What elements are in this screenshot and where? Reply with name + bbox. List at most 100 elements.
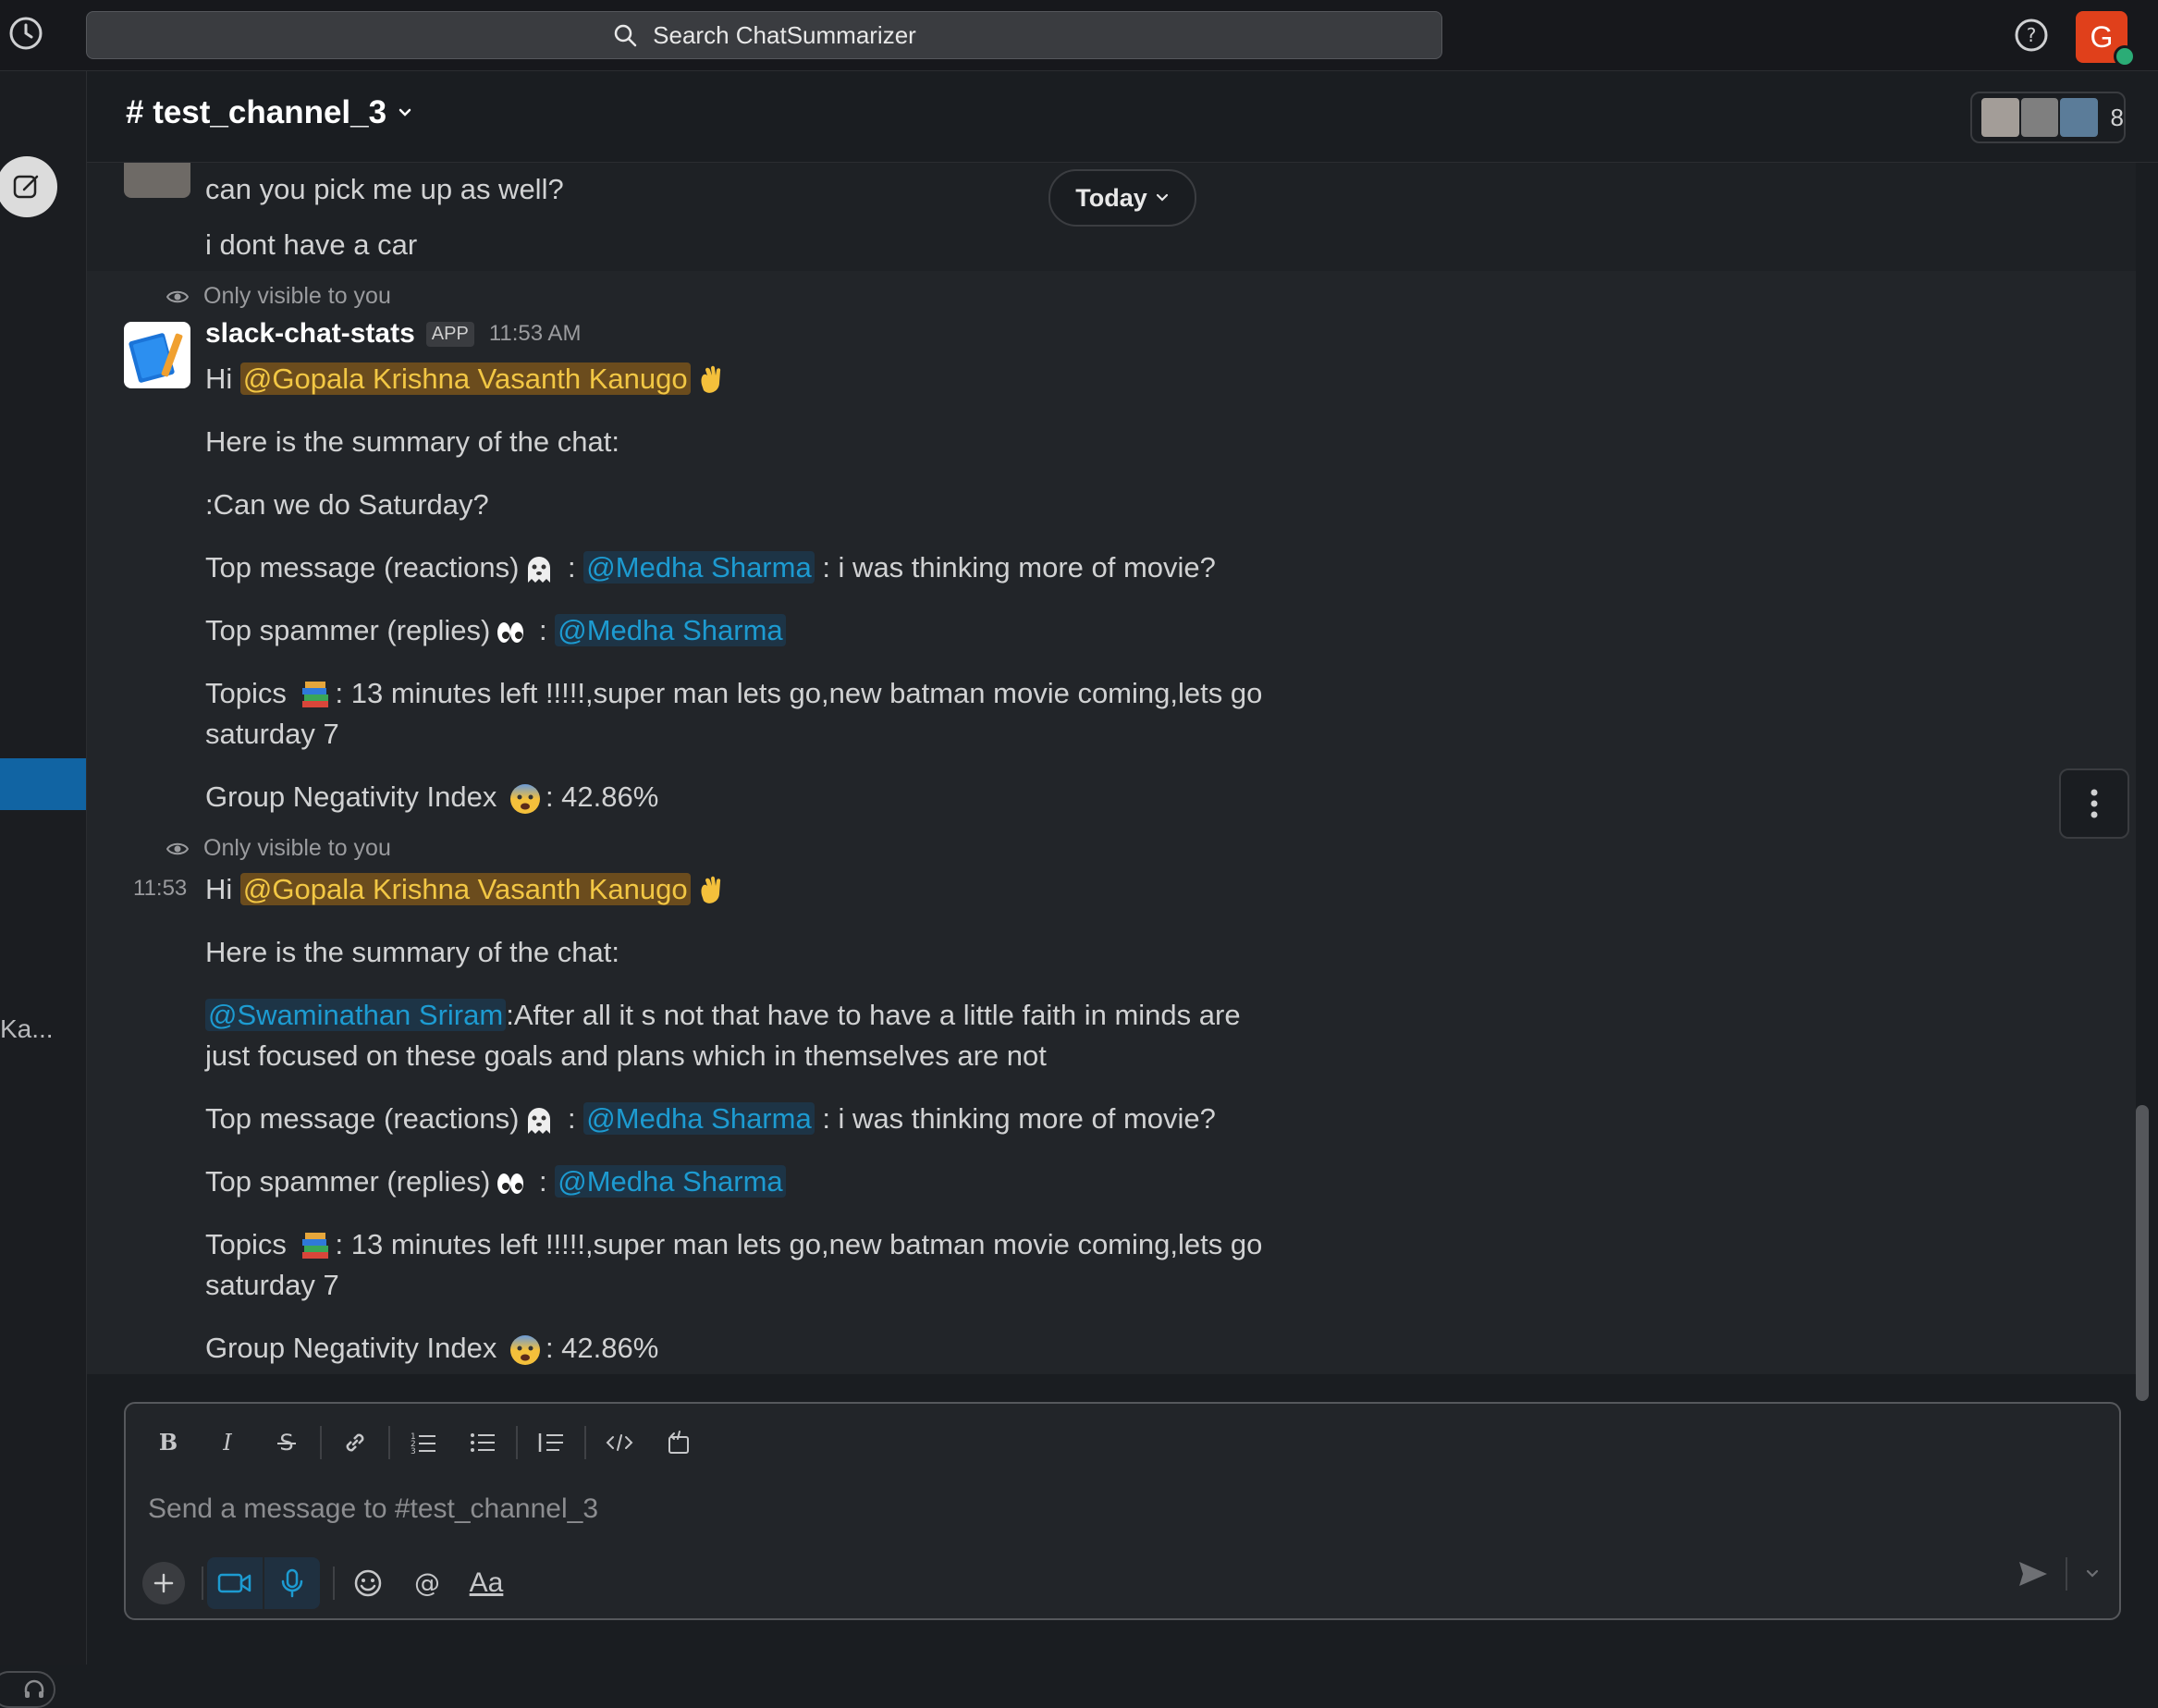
negativity-line: Group Negativity Index : 42.86% bbox=[205, 1328, 658, 1369]
plus-icon[interactable] bbox=[142, 1562, 185, 1604]
top-spammer-line: Top spammer (replies) : @Medha Sharma bbox=[205, 1161, 786, 1202]
message-text: i dont have a car bbox=[205, 228, 418, 261]
user-mention[interactable]: @Medha Sharma bbox=[583, 551, 815, 584]
ghost-icon bbox=[522, 1104, 556, 1137]
message-header: slack-chat-stats APP 11:53 AM bbox=[205, 318, 581, 350]
top-bar: Search ChatSummarizer ? G bbox=[0, 0, 2158, 71]
fearful-face-icon bbox=[509, 1333, 542, 1367]
message-timestamp[interactable]: 11:53 AM bbox=[489, 321, 582, 347]
format-toolbar: B I S 123 bbox=[139, 1417, 708, 1468]
scrollbar[interactable] bbox=[2136, 1105, 2149, 1401]
eyes-icon bbox=[494, 1167, 527, 1200]
toolbar-divider bbox=[584, 1426, 586, 1459]
member-avatar bbox=[2058, 96, 2100, 139]
top-message-line: Top message (reactions) : @Medha Sharma … bbox=[205, 547, 1216, 588]
message-text: can you pick me up as well? bbox=[205, 173, 564, 205]
member-avatar bbox=[1980, 96, 2021, 139]
user-mention[interactable]: @Medha Sharma bbox=[555, 614, 786, 646]
eye-icon bbox=[166, 840, 189, 858]
send-divider bbox=[2066, 1557, 2067, 1591]
toolbar-divider bbox=[388, 1426, 390, 1459]
chevron-down-icon bbox=[396, 104, 414, 122]
search-label: Search ChatSummarizer bbox=[653, 20, 916, 49]
svg-text:I: I bbox=[222, 1431, 232, 1455]
search-bar[interactable]: Search ChatSummarizer bbox=[86, 11, 1442, 59]
members-count: 8 bbox=[2110, 103, 2125, 131]
eye-icon bbox=[166, 288, 189, 306]
summary-intro: Here is the summary of the chat: bbox=[205, 936, 619, 968]
compose-icon[interactable] bbox=[0, 156, 57, 217]
user-mention[interactable]: @Medha Sharma bbox=[555, 1165, 786, 1198]
headphones-icon[interactable] bbox=[0, 1671, 55, 1708]
message-composer: B I S 123 Send a message to #test_channe… bbox=[124, 1402, 2121, 1620]
message-list: can you pick me up as well? i dont have … bbox=[87, 163, 2136, 1374]
sender-name[interactable]: slack-chat-stats bbox=[205, 318, 415, 350]
code-icon[interactable] bbox=[590, 1417, 649, 1468]
self-mention[interactable]: @Gopala Krishna Vasanth Kanugo bbox=[239, 873, 691, 905]
top-spammer-line: Top spammer (replies) : @Medha Sharma bbox=[205, 610, 786, 651]
self-mention[interactable]: @Gopala Krishna Vasanth Kanugo bbox=[239, 362, 691, 395]
books-icon bbox=[299, 1230, 332, 1263]
toolbar-divider bbox=[320, 1426, 322, 1459]
date-divider-label: Today bbox=[1075, 183, 1147, 212]
waving-hand-icon bbox=[694, 364, 728, 398]
fearful-face-icon bbox=[509, 782, 542, 816]
visibility-note: Only visible to you bbox=[166, 835, 391, 862]
date-divider-button[interactable]: Today bbox=[1048, 169, 1196, 227]
app-badge: APP bbox=[425, 321, 474, 347]
bold-icon[interactable]: B bbox=[139, 1417, 198, 1468]
rail-truncated-label[interactable]: Ka... bbox=[0, 1014, 54, 1044]
help-icon[interactable]: ? bbox=[2013, 17, 2050, 54]
negativity-line: Group Negativity Index : 42.86% bbox=[205, 777, 658, 817]
svg-text:@: @ bbox=[414, 1568, 440, 1598]
ghost-icon bbox=[522, 553, 556, 586]
link-icon[interactable] bbox=[325, 1417, 385, 1468]
channel-header: # test_channel_3 8 bbox=[87, 71, 2158, 163]
greeting-line: Hi @Gopala Krishna Vasanth Kanugo bbox=[205, 359, 731, 399]
user-mention[interactable]: @Swaminathan Sriram bbox=[205, 999, 507, 1031]
message-input[interactable]: Send a message to #test_channel_3 bbox=[148, 1493, 598, 1525]
channel-name: # test_channel_3 bbox=[126, 94, 387, 130]
ordered-list-icon[interactable]: 123 bbox=[394, 1417, 453, 1468]
microphone-icon[interactable] bbox=[264, 1557, 320, 1609]
text-format-button[interactable]: Aa bbox=[457, 1557, 516, 1609]
visibility-note: Only visible to you bbox=[166, 283, 391, 310]
rail-selected-item[interactable] bbox=[0, 758, 86, 810]
top-message-line: Top message (reactions) : @Medha Sharma … bbox=[205, 1099, 1216, 1139]
greeting-line: Hi @Gopala Krishna Vasanth Kanugo bbox=[205, 869, 731, 910]
channel-title-button[interactable]: # test_channel_3 bbox=[126, 94, 414, 131]
emoji-icon[interactable] bbox=[338, 1557, 398, 1609]
chevron-down-icon bbox=[1155, 190, 1170, 205]
code-block-icon[interactable] bbox=[649, 1417, 708, 1468]
mention-icon[interactable]: @ bbox=[398, 1557, 457, 1609]
send-controls bbox=[2017, 1557, 2101, 1591]
app-avatar[interactable] bbox=[124, 322, 190, 388]
chevron-down-icon[interactable] bbox=[2084, 1566, 2101, 1582]
search-icon bbox=[612, 22, 638, 48]
hover-timestamp[interactable]: 11:53 bbox=[133, 876, 187, 902]
toolbar-divider bbox=[333, 1567, 335, 1600]
presence-indicator bbox=[2114, 45, 2136, 68]
summary-line: @Swaminathan Sriram:After all it s not t… bbox=[205, 999, 1241, 1072]
blockquote-icon[interactable] bbox=[521, 1417, 581, 1468]
books-icon bbox=[299, 679, 332, 712]
bulleted-list-icon[interactable] bbox=[453, 1417, 512, 1468]
video-icon[interactable] bbox=[207, 1557, 263, 1609]
toolbar-divider bbox=[202, 1567, 203, 1600]
text-format-label: Aa bbox=[469, 1567, 504, 1598]
send-icon[interactable] bbox=[2017, 1560, 2049, 1588]
user-mention[interactable]: @Medha Sharma bbox=[583, 1102, 815, 1135]
left-rail: Ka... bbox=[0, 71, 87, 1708]
summary-intro: Here is the summary of the chat: bbox=[205, 425, 619, 458]
composer-actions: @ Aa bbox=[139, 1557, 516, 1609]
history-icon[interactable] bbox=[7, 15, 44, 52]
italic-icon[interactable]: I bbox=[198, 1417, 257, 1468]
svg-text:?: ? bbox=[2027, 24, 2037, 46]
strikethrough-icon[interactable]: S bbox=[257, 1417, 316, 1468]
eyes-icon bbox=[494, 616, 527, 649]
waving-hand-icon bbox=[694, 875, 728, 908]
member-avatar bbox=[2018, 96, 2061, 139]
members-button[interactable]: 8 bbox=[1970, 92, 2126, 143]
more-vertical-icon[interactable] bbox=[2059, 768, 2129, 839]
topics-line: Topics : 13 minutes left !!!!!,super man… bbox=[205, 1228, 1263, 1301]
